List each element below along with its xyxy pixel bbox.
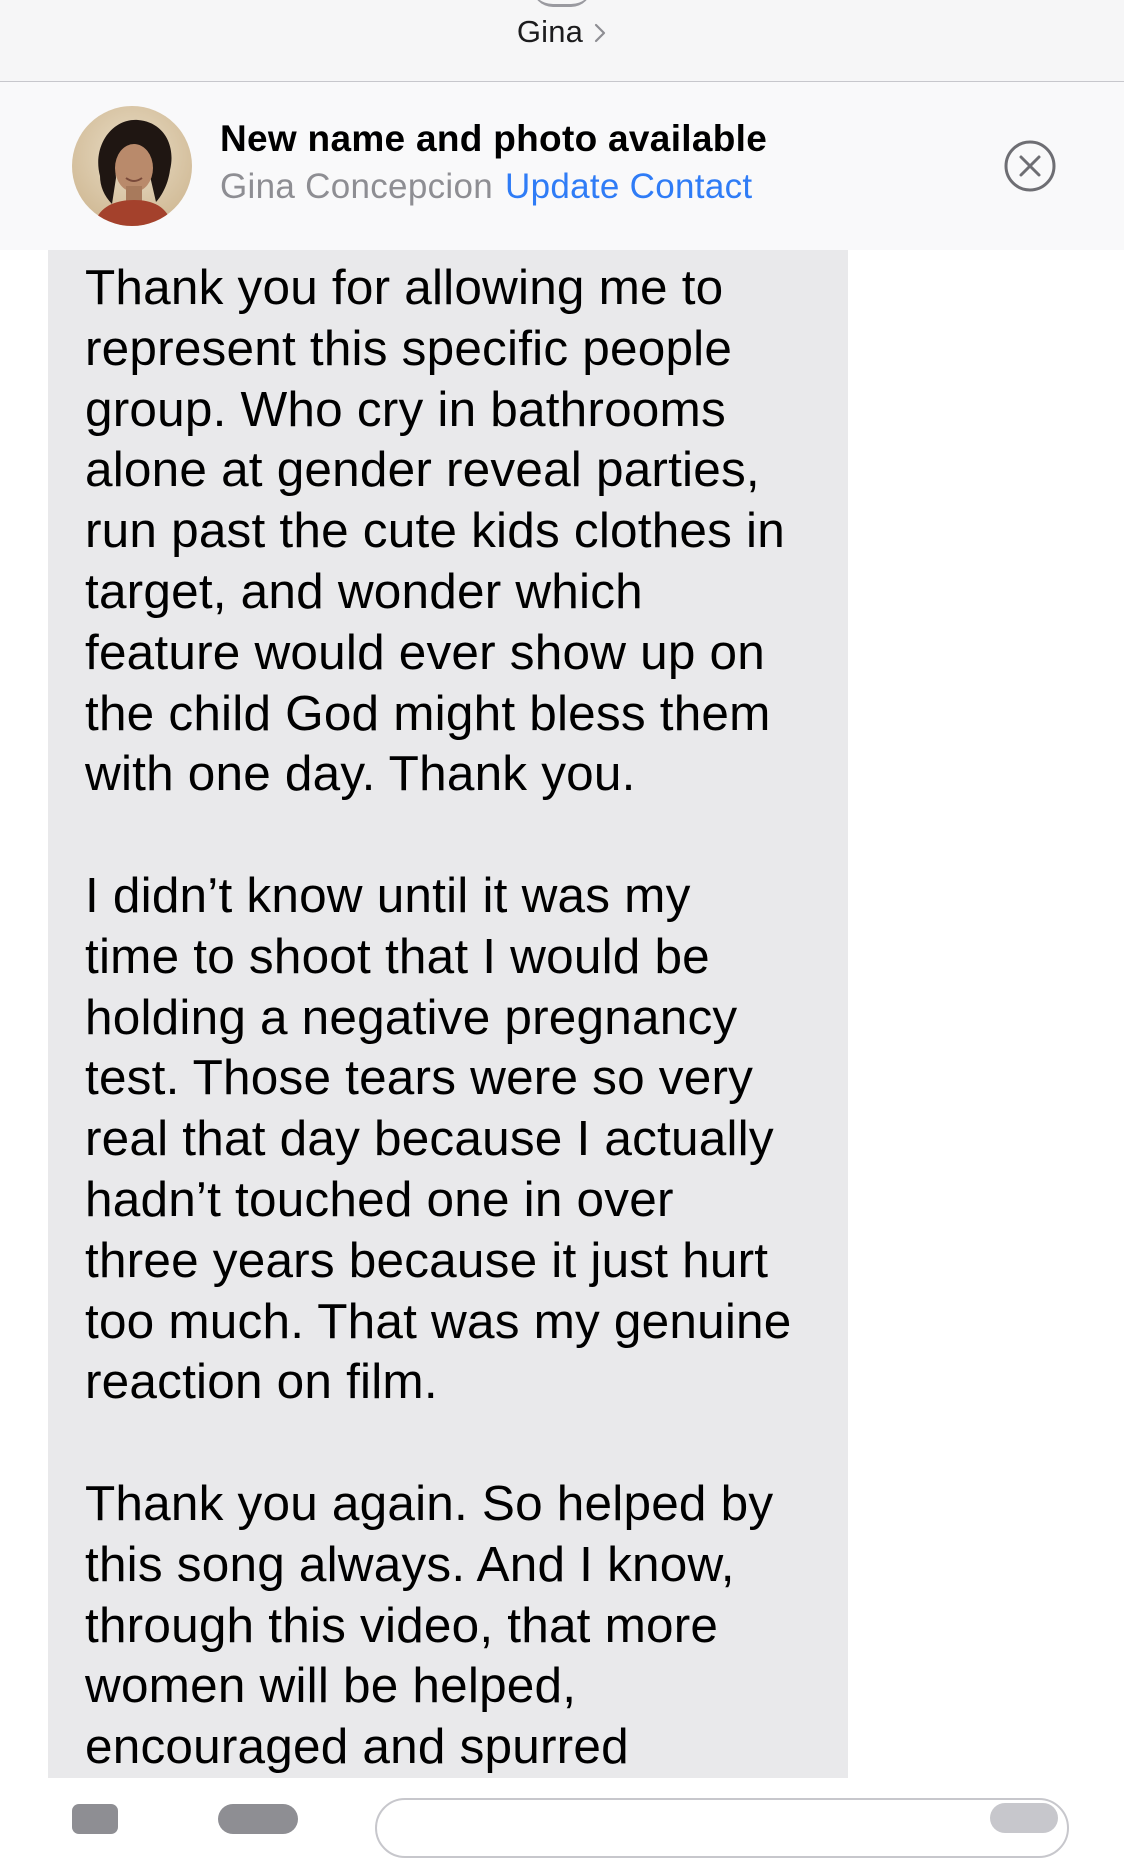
banner-subtitle: Gina Concepcion Update Contact [220, 167, 752, 207]
contact-avatar-peek[interactable] [532, 0, 592, 7]
app-store-icon[interactable] [218, 1804, 298, 1834]
contact-full-name: Gina Concepcion [220, 167, 493, 206]
incoming-message-bubble[interactable]: Thank you for allowing me to represent t… [48, 250, 848, 1778]
banner-title: New name and photo available [220, 118, 768, 159]
message-input[interactable] [375, 1798, 1069, 1858]
contact-name-button[interactable]: Gina [0, 14, 1124, 50]
conversation-header: Gina [0, 0, 1124, 82]
update-contact-banner: New name and photo available Gina Concep… [0, 82, 1124, 250]
contact-name: Gina [516, 14, 584, 49]
contact-photo [72, 106, 192, 226]
message-text: Thank you for allowing me to represent t… [85, 260, 792, 1775]
update-contact-link[interactable]: Update Contact [505, 167, 752, 206]
close-circle-icon[interactable] [1003, 139, 1057, 193]
microphone-icon[interactable] [990, 1803, 1058, 1833]
camera-icon[interactable] [72, 1804, 118, 1834]
chevron-right-icon [595, 23, 606, 43]
compose-bar [0, 1778, 1124, 1858]
contact-photo-image [72, 106, 192, 226]
